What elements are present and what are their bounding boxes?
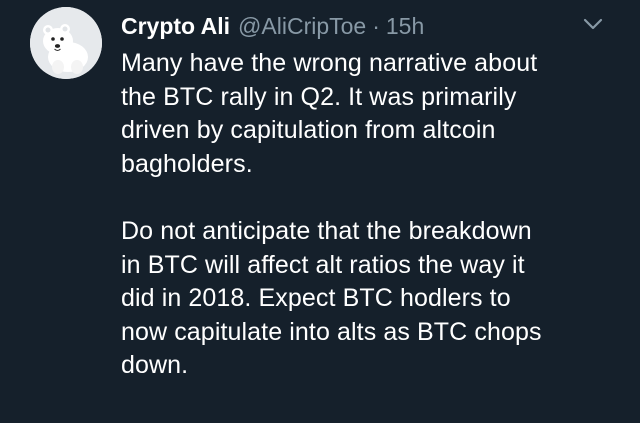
tweet-card: Crypto Ali @AliCripToe · 15h Many have t… bbox=[0, 0, 640, 423]
chevron-down-icon[interactable] bbox=[580, 14, 606, 34]
author-handle[interactable]: @AliCripToe bbox=[238, 10, 366, 42]
polar-bear-avatar-icon[interactable] bbox=[30, 7, 102, 79]
tweet-paragraph: Many have the wrong narrative about the … bbox=[121, 49, 538, 178]
header-separator: · bbox=[372, 13, 380, 39]
author-display-name[interactable]: Crypto Ali bbox=[121, 10, 230, 42]
tweet-paragraph: Do not anticipate that the breakdown in … bbox=[121, 216, 542, 380]
tweet-header: Crypto Ali @AliCripToe · 15h bbox=[121, 10, 424, 42]
tweet-text: Many have the wrong narrative about the … bbox=[121, 47, 626, 383]
tweet-timestamp[interactable]: 15h bbox=[386, 10, 424, 42]
